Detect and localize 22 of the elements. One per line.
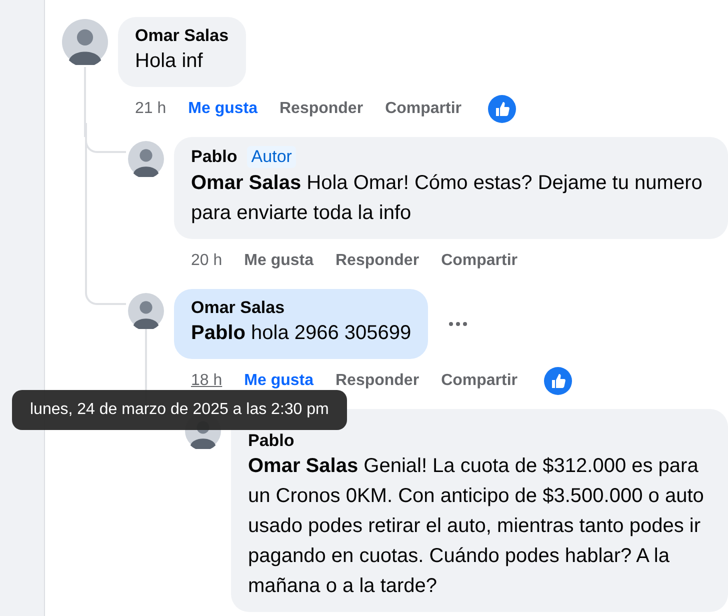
reply-link[interactable]: Responder — [335, 372, 420, 390]
comment-text: Omar Salas Hola Omar! Cómo estas? Dejame tu numero para enviarte toda la info — [191, 171, 704, 226]
share-link[interactable]: Compartir — [441, 252, 518, 270]
comment-text: Pablo hola 2966 305699 — [191, 321, 412, 346]
timestamp-link[interactable]: 20 h — [191, 252, 222, 270]
timestamp-link[interactable]: 21 h — [135, 100, 166, 118]
author-badge: Autor — [247, 146, 296, 168]
like-link[interactable]: Me gusta — [188, 100, 258, 118]
author-name[interactable]: Omar Salas — [191, 298, 285, 318]
like-link[interactable]: Me gusta — [244, 372, 314, 390]
share-link[interactable]: Compartir — [441, 372, 518, 390]
comment-text: Hola inf — [135, 49, 204, 74]
author-name[interactable]: Omar Salas — [135, 26, 229, 46]
author-name[interactable]: Pablo — [191, 147, 238, 167]
share-link[interactable]: Compartir — [385, 100, 462, 118]
author-name[interactable]: Pablo — [248, 431, 294, 451]
reply-link[interactable]: Responder — [335, 252, 420, 270]
timestamp-link[interactable]: 18 h — [191, 372, 222, 390]
like-link[interactable]: Me gusta — [244, 252, 314, 270]
comment-text: Omar Salas Genial! La cuota de $312.000 es para un Cronos 0KM. Con anticipo de $3.500.000 o auto usado podes retirar el auto, mientras tanto podes ir pagando en cuotas. Cuándo podes hablar? A la mañana o a la tarde? — [248, 454, 705, 599]
timestamp-tooltip: lunes, 24 de marzo de 2025 a las 2:30 pm — [12, 390, 347, 430]
reply-link[interactable]: Responder — [279, 100, 364, 118]
